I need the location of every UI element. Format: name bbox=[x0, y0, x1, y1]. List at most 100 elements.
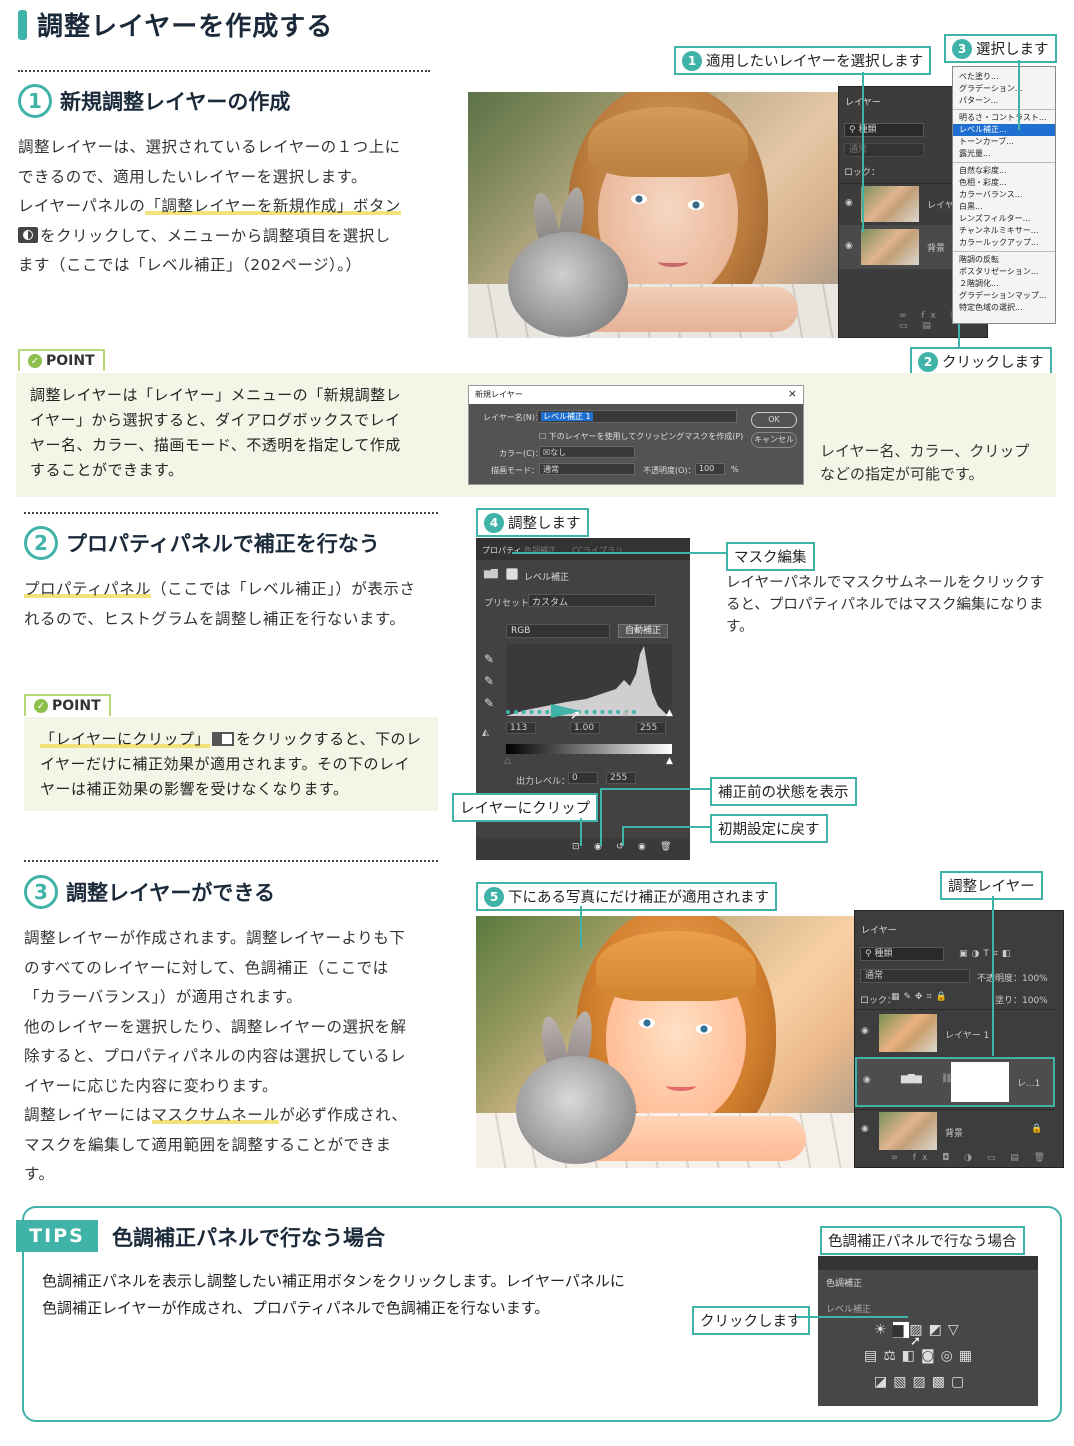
layer-row[interactable]: ◉ レイヤー 1 bbox=[855, 1009, 1055, 1055]
menu-item[interactable]: 白黒... bbox=[953, 201, 1055, 213]
gradient-map-icon[interactable]: ▩ bbox=[932, 1374, 951, 1390]
menu-item[interactable]: 明るさ・コントラスト... bbox=[953, 112, 1055, 124]
eye-icon[interactable]: ◉ bbox=[845, 198, 853, 208]
layer-thumbnail bbox=[861, 229, 919, 265]
trash-icon[interactable]: 🗑 bbox=[660, 842, 671, 852]
menu-item-levels[interactable]: レベル補正... bbox=[953, 124, 1055, 136]
menu-item[interactable]: グラデーションマップ... bbox=[953, 290, 1055, 302]
name-field[interactable]: レベル補正 1 bbox=[537, 410, 737, 423]
tab-cc-library[interactable]: CCライブラリ bbox=[572, 545, 623, 556]
adjust-icons-row-2[interactable]: ▤⚖◧◙◎▦ bbox=[864, 1348, 978, 1364]
opacity-label[interactable]: 不透明度：100% bbox=[977, 971, 1048, 984]
lookup-icon[interactable]: ▦ bbox=[959, 1348, 978, 1364]
tab-properties[interactable]: プロパティ bbox=[482, 545, 522, 556]
levels-icon[interactable]: ▆ bbox=[892, 1322, 910, 1338]
bw-icon[interactable]: ◧ bbox=[902, 1348, 921, 1364]
eye-icon[interactable]: ◉ bbox=[863, 1075, 871, 1085]
eye-icon[interactable]: ◉ bbox=[861, 1026, 869, 1036]
mid-slider-icon[interactable]: ▲ bbox=[622, 708, 629, 718]
menu-item[interactable]: レンズフィルター... bbox=[953, 213, 1055, 225]
output-white-field[interactable]: 255 bbox=[606, 772, 636, 784]
mixer-icon[interactable]: ◎ bbox=[941, 1348, 959, 1364]
color-label: カラー(C)： bbox=[499, 449, 543, 458]
white-slider-icon[interactable]: ▲ bbox=[666, 708, 673, 718]
panel-footer-icons[interactable]: ∞ fx ◘ ◑ ▭ ▤ 🗑 bbox=[890, 1153, 1051, 1163]
auto-button[interactable]: 自動補正 bbox=[618, 624, 668, 638]
clip-checkbox[interactable]: ☐ 下のレイヤーを使用してクリッピングマスクを作成(P) bbox=[539, 431, 743, 442]
output-black-slider[interactable]: △ bbox=[504, 756, 511, 766]
menu-item[interactable]: ポスタリゼーション... bbox=[953, 266, 1055, 278]
eye-icon[interactable]: ◉ bbox=[861, 1124, 869, 1134]
point-line: イヤーだけに補正効果が適用されます。その下のレイ bbox=[40, 755, 411, 773]
clip-to-layer-icon[interactable]: ⊡ bbox=[572, 842, 580, 852]
adjustment-layer-row[interactable]: ◉ ▆▇▆ ⛓ レ...1 bbox=[855, 1057, 1055, 1107]
callout-choose: 3 選択します bbox=[944, 34, 1057, 63]
vibrance-icon[interactable]: ▽ bbox=[948, 1322, 965, 1338]
menu-item[interactable]: カラーバランス... bbox=[953, 189, 1055, 201]
layer-thumbnail bbox=[879, 1112, 937, 1150]
menu-item[interactable]: ２階調化... bbox=[953, 278, 1055, 290]
photo-filter-icon[interactable]: ◙ bbox=[921, 1348, 941, 1364]
menu-item[interactable]: グラデーション... bbox=[953, 83, 1055, 95]
mode-select[interactable]: 通常 bbox=[539, 463, 635, 475]
brightness-icon[interactable]: ☀ bbox=[874, 1322, 893, 1338]
menu-item[interactable]: チャンネルミキサー... bbox=[953, 225, 1055, 237]
lock-icons[interactable]: ▦✎✥⌗🔒 bbox=[891, 992, 951, 1002]
input-white-field[interactable]: 255 bbox=[636, 722, 666, 734]
layer-row[interactable]: ◉ 背景 🔒 bbox=[855, 1109, 1055, 1151]
mouth-shape bbox=[658, 257, 688, 267]
fill-label[interactable]: 塗り：100% bbox=[995, 993, 1048, 1006]
cancel-button[interactable]: キャンセル bbox=[751, 432, 797, 448]
eye-shape bbox=[639, 1018, 655, 1028]
levels-icon[interactable]: ▆▇ bbox=[484, 569, 498, 579]
ok-button[interactable]: OK bbox=[751, 412, 797, 428]
search-field[interactable]: ⚲ 種類 bbox=[844, 123, 924, 137]
eye-icon[interactable]: ◉ bbox=[845, 241, 853, 251]
menu-item[interactable]: 露光量... bbox=[953, 148, 1055, 160]
blend-mode-select[interactable]: 通常 bbox=[844, 143, 924, 157]
menu-item[interactable]: トーンカーブ... bbox=[953, 136, 1055, 148]
tab-adjustments[interactable]: 色調補正 bbox=[524, 545, 556, 556]
threshold-icon[interactable]: ▨ bbox=[912, 1374, 931, 1390]
hue-icon[interactable]: ▤ bbox=[864, 1348, 883, 1364]
filter-icons[interactable]: ▣◑T⌗◧ bbox=[959, 949, 1014, 959]
adjust-icons-row-3[interactable]: ◪▧▨▩▢ bbox=[874, 1374, 970, 1390]
output-black-field[interactable]: 0 bbox=[568, 772, 598, 784]
black-eyedropper-icon[interactable]: ✎ bbox=[484, 652, 494, 666]
menu-item[interactable]: パターン... bbox=[953, 95, 1055, 107]
input-gamma-field[interactable]: 1.00 bbox=[570, 722, 600, 734]
opacity-field[interactable]: 100 bbox=[695, 463, 725, 475]
channel-select[interactable]: RGB bbox=[506, 624, 610, 638]
menu-item[interactable]: カラールックアップ... bbox=[953, 237, 1055, 249]
leader-line bbox=[958, 324, 960, 348]
tips-tag: TIPS bbox=[16, 1220, 98, 1252]
bangs-shape bbox=[596, 931, 756, 1001]
mask-icon[interactable] bbox=[506, 568, 518, 580]
mask-thumbnail[interactable] bbox=[951, 1062, 1009, 1102]
white-eyedropper-icon[interactable]: ✎ bbox=[484, 696, 494, 710]
invert-icon[interactable]: ◪ bbox=[874, 1374, 893, 1390]
search-field[interactable]: ⚲ 種類 bbox=[860, 947, 944, 961]
close-icon[interactable]: × bbox=[788, 387, 797, 400]
panel-title: レイヤー bbox=[861, 926, 897, 936]
bangs-shape bbox=[588, 107, 748, 177]
callout-reset: 初期設定に戻す bbox=[710, 814, 828, 843]
visibility-icon[interactable]: ◉ bbox=[638, 842, 646, 852]
blend-mode-select[interactable]: 通常 bbox=[860, 969, 970, 983]
menu-item[interactable]: 色相・彩度... bbox=[953, 177, 1055, 189]
menu-item[interactable]: 階調の反転 bbox=[953, 254, 1055, 266]
exposure-icon[interactable]: ◩ bbox=[929, 1322, 948, 1338]
preset-select[interactable]: カスタム bbox=[528, 594, 656, 608]
selective-color-icon[interactable]: ▢ bbox=[951, 1374, 970, 1390]
posterize-icon[interactable]: ▧ bbox=[893, 1374, 912, 1390]
menu-item[interactable]: 自然な彩度... bbox=[953, 165, 1055, 177]
body-text: をクリックすると、下のレ bbox=[236, 730, 422, 748]
menu-item[interactable]: 特定色域の選択... bbox=[953, 302, 1055, 314]
gray-eyedropper-icon[interactable]: ✎ bbox=[484, 674, 494, 688]
color-select[interactable]: ☒なし bbox=[539, 446, 635, 458]
input-black-field[interactable]: 113 bbox=[506, 722, 536, 734]
balance-icon[interactable]: ⚖ bbox=[883, 1348, 902, 1364]
output-white-slider[interactable]: ▲ bbox=[666, 756, 673, 766]
point-line: 「レイヤーにクリップ」 をクリックすると、下のレ bbox=[40, 727, 422, 752]
menu-item[interactable]: べた塗り... bbox=[953, 71, 1055, 83]
